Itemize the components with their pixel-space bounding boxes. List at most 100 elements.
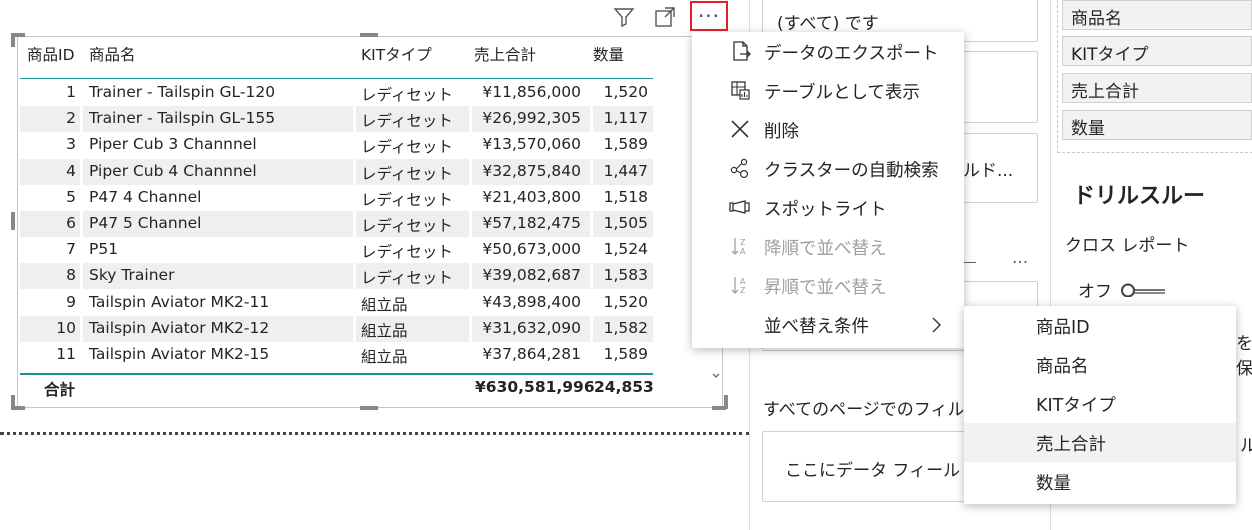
- more-options-button[interactable]: ···: [690, 1, 728, 31]
- sort-ascending-icon: AZ: [728, 273, 752, 297]
- column-separator: [590, 315, 593, 342]
- column-header-qty[interactable]: 数量: [593, 43, 624, 65]
- table-row[interactable]: 8 Sky Trainer レディセット ¥39,082,687 1,583: [20, 263, 653, 290]
- resize-handle[interactable]: [11, 212, 15, 230]
- column-separator: [469, 237, 472, 264]
- row-qty: 1,117: [603, 109, 648, 128]
- row-name: P47 5 Channel: [89, 214, 202, 232]
- column-separator: [353, 106, 356, 133]
- field-item[interactable]: 数量: [1062, 110, 1252, 140]
- menu-item-spotlight[interactable]: スポットライト: [692, 188, 964, 227]
- column-header-id[interactable]: 商品ID: [27, 43, 75, 65]
- column-separator: [353, 342, 356, 368]
- row-name: Tailspin Aviator MK2-11: [89, 292, 270, 311]
- column-header-name[interactable]: 商品名: [89, 43, 136, 65]
- total-label: 合計: [44, 381, 76, 399]
- total-qty: 24,853: [594, 378, 654, 396]
- row-qty: 1,524: [603, 240, 648, 259]
- menu-item-sort-by[interactable]: 並べ替え条件: [692, 305, 964, 344]
- column-separator: [590, 184, 593, 211]
- column-separator: [353, 80, 356, 106]
- table-row[interactable]: 5 P47 4 Channel レディセット ¥21,403,800 1,518: [20, 184, 653, 211]
- submenu-item[interactable]: KITタイプ: [964, 384, 1236, 423]
- filter-icon[interactable]: [611, 4, 637, 30]
- svg-text:Z: Z: [740, 238, 746, 247]
- section-more-icon[interactable]: ...: [1012, 248, 1028, 268]
- row-id: 2: [66, 109, 76, 128]
- column-separator: [353, 158, 356, 185]
- focus-mode-icon[interactable]: [652, 4, 678, 30]
- resize-handle[interactable]: [724, 395, 728, 409]
- visual-context-menu: データのエクスポート テーブルとして表示 削除 クラスターの自動検索 スポットラ…: [692, 32, 964, 348]
- column-separator: [469, 132, 472, 159]
- resize-handle[interactable]: [11, 406, 25, 410]
- column-separator: [353, 184, 356, 211]
- column-separator: [80, 263, 83, 290]
- table-row[interactable]: 6 P47 5 Channel レディセット ¥57,182,475 1,505: [20, 211, 653, 237]
- menu-item-find-clusters[interactable]: クラスターの自動検索: [692, 149, 964, 188]
- row-name: Piper Cub 3 Channnel: [89, 135, 257, 154]
- menu-item-label: データのエクスポート: [764, 44, 939, 64]
- column-separator: [469, 80, 472, 106]
- table-row[interactable]: 2 Trainer - Tailspin GL-155 レディセット ¥26,992,…: [20, 106, 653, 133]
- all-pages-filters-label: すべてのページでのフィル: [763, 400, 963, 420]
- column-separator: [590, 237, 593, 264]
- table-row[interactable]: 1 Trainer - Tailspin GL-120 レディセット ¥11,856,…: [20, 80, 653, 106]
- table-row[interactable]: 3 Piper Cub 3 Channnel レディセット ¥13,570,060 1,…: [20, 132, 653, 159]
- column-header-sales[interactable]: 売上合計: [474, 43, 536, 65]
- spotlight-icon: [728, 195, 752, 219]
- resize-handle[interactable]: [360, 406, 378, 410]
- row-name: Trainer - Tailspin GL-155: [89, 109, 276, 128]
- row-kit: レディセット: [361, 243, 453, 262]
- resize-handle[interactable]: [11, 33, 15, 47]
- submenu-item[interactable]: 数量: [964, 462, 1236, 501]
- submenu-item[interactable]: 商品ID: [964, 306, 1236, 345]
- menu-item-label: 削除: [764, 122, 799, 142]
- menu-item-export-data[interactable]: データのエクスポート: [692, 32, 964, 71]
- row-qty: 1,447: [603, 161, 648, 180]
- row-name: Tailspin Aviator MK2-12: [89, 318, 270, 337]
- row-qty: 1,518: [603, 187, 648, 206]
- cross-report-toggle[interactable]: [1120, 282, 1166, 298]
- sort-by-submenu: 商品ID 商品名 KITタイプ 売上合計 数量: [964, 306, 1236, 504]
- menu-item-remove[interactable]: 削除: [692, 110, 964, 149]
- table-row[interactable]: 9 Tailspin Aviator MK2-11 組立品 ¥43,898,400 1,…: [20, 289, 653, 316]
- field-item[interactable]: 売上合計: [1062, 73, 1252, 103]
- drop-zone-placeholder: ここにデータ フィール: [785, 461, 961, 481]
- row-qty: 1,583: [603, 266, 648, 285]
- filter-card-value: (すべて) です: [777, 14, 879, 34]
- table-row[interactable]: 11 Tailspin Aviator MK2-15 組立品 ¥37,864,281 1…: [20, 342, 653, 368]
- row-sales: ¥11,856,000: [482, 83, 581, 101]
- submenu-item-label: 商品名: [1036, 357, 1089, 377]
- header-divider: [20, 78, 653, 79]
- column-separator: [80, 289, 83, 316]
- column-separator: [469, 106, 472, 133]
- resize-handle[interactable]: [360, 33, 378, 37]
- row-kit: レディセット: [361, 86, 453, 104]
- row-sales: ¥50,673,000: [482, 240, 581, 259]
- row-sales: ¥43,898,400: [482, 292, 581, 311]
- row-qty: 1,589: [603, 135, 648, 154]
- row-id: 4: [66, 161, 76, 180]
- row-id: 3: [66, 135, 76, 154]
- table-row[interactable]: 4 Piper Cub 4 Channnel レディセット ¥32,875,840 1,…: [20, 158, 653, 185]
- row-name: Tailspin Aviator MK2-15: [89, 345, 270, 363]
- field-item[interactable]: 商品名: [1062, 0, 1252, 30]
- submenu-item[interactable]: 売上合計: [964, 423, 1236, 462]
- field-item[interactable]: KITタイプ: [1062, 36, 1252, 66]
- column-header-kit[interactable]: KITタイプ: [361, 43, 432, 65]
- submenu-item[interactable]: 商品名: [964, 345, 1236, 384]
- table-row[interactable]: 10 Tailspin Aviator MK2-12 組立品 ¥31,632,090 1…: [20, 315, 653, 342]
- menu-item-show-as-table[interactable]: テーブルとして表示: [692, 71, 964, 110]
- clipped-text: ル: [1240, 436, 1252, 456]
- column-separator: [469, 184, 472, 211]
- row-name: Sky Trainer: [89, 266, 175, 285]
- table-row[interactable]: 7 P51 レディセット ¥50,673,000 1,524: [20, 237, 653, 264]
- column-separator: [353, 237, 356, 264]
- column-separator: [353, 315, 356, 342]
- column-separator: [80, 132, 83, 159]
- close-icon: [728, 117, 752, 141]
- more-options-icon: ···: [697, 4, 721, 28]
- submenu-item-label: 商品ID: [1036, 318, 1090, 338]
- row-kit: レディセット: [361, 112, 453, 131]
